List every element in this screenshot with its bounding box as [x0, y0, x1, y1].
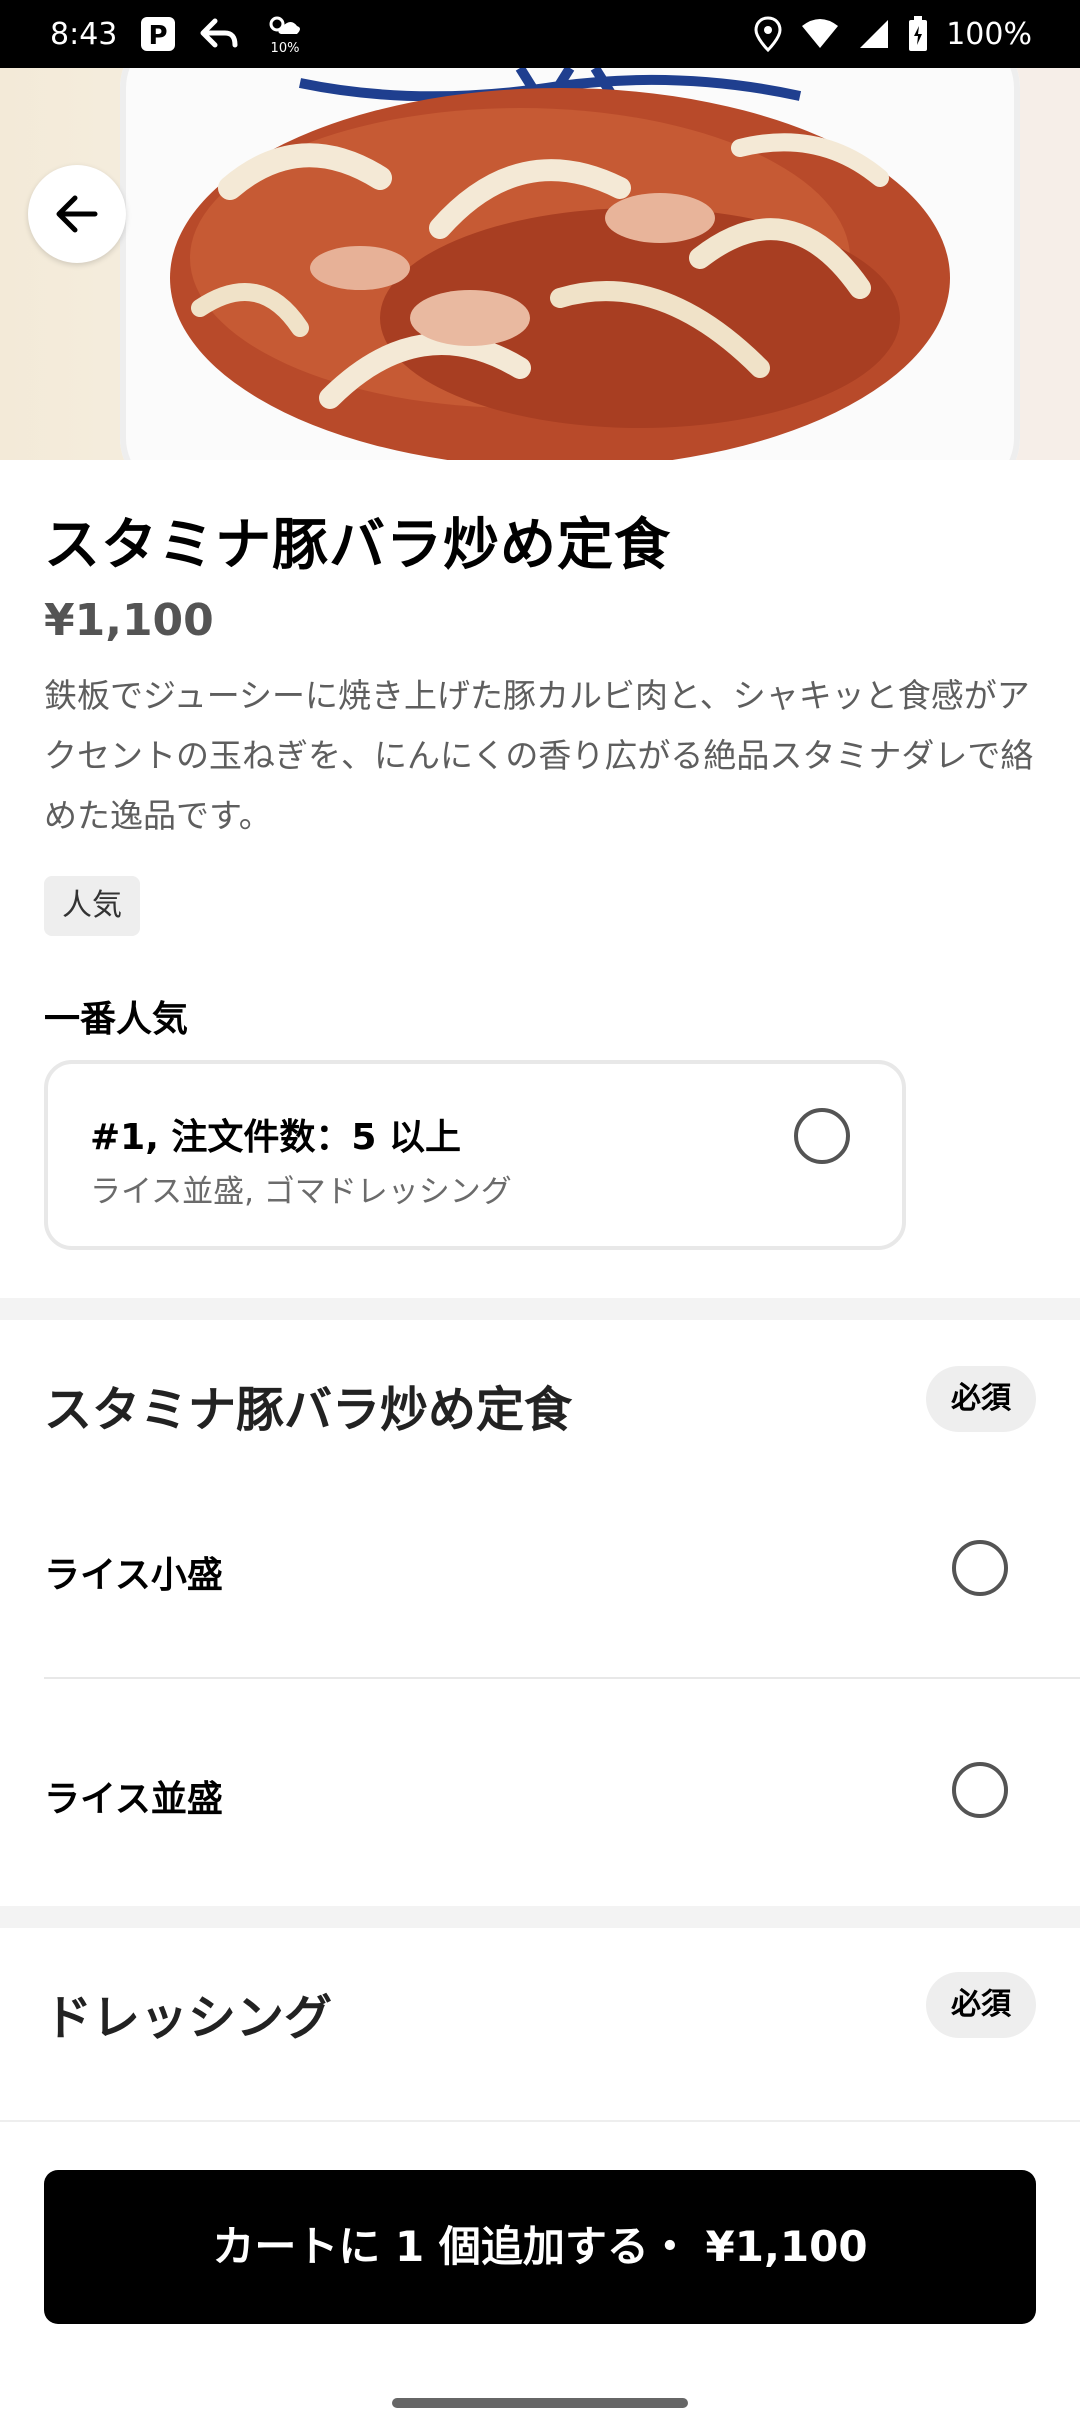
option-label: ライス小盛	[44, 1555, 223, 1596]
location-icon	[754, 16, 782, 52]
bottom-bar: カートに 1 個追加する・ ¥1,100	[0, 2120, 1080, 2432]
status-left: 8:43 P 10%	[50, 0, 305, 68]
weather-icon: 10%	[261, 12, 305, 56]
popular-heading: 一番人気	[44, 999, 189, 1040]
section-divider	[0, 1906, 1080, 1928]
popular-card-title: #1, 注文件数：5 以上	[90, 1117, 462, 1158]
battery-icon	[908, 16, 928, 52]
home-indicator[interactable]	[392, 2398, 688, 2408]
product-description: 鉄板でジューシーに焼き上げた豚カルビ肉と、シャキッと食感がアクセントの玉ねぎを、…	[44, 676, 1034, 835]
add-to-cart-button[interactable]: カートに 1 個追加する・ ¥1,100	[44, 2170, 1036, 2324]
product-image	[0, 68, 1080, 460]
back-arrow-icon	[56, 195, 98, 233]
reply-arrow-icon	[199, 17, 239, 51]
option-separator	[44, 1677, 1080, 1679]
section-title-set-meal: スタミナ豚バラ炒め定食	[44, 1382, 573, 1438]
back-button[interactable]	[28, 165, 126, 263]
status-time: 8:43	[50, 16, 118, 52]
product-price: ¥1,100	[44, 595, 214, 646]
option-radio[interactable]	[952, 1540, 1008, 1596]
option-label: ライス並盛	[44, 1779, 223, 1820]
product-title: スタミナ豚バラ炒め定食	[44, 513, 671, 578]
section-title-dressing: ドレッシング	[44, 1990, 333, 2046]
svg-text:10%: 10%	[271, 41, 300, 56]
popular-order-card[interactable]: #1, 注文件数：5 以上 ライス並盛, ゴマドレッシング	[44, 1060, 906, 1250]
status-bar: 8:43 P 10% 100%	[0, 0, 1080, 68]
battery-percent: 100%	[946, 16, 1032, 52]
food-illustration	[170, 68, 950, 460]
parking-app-icon: P	[139, 15, 177, 53]
section-divider	[0, 1298, 1080, 1320]
status-right: 100%	[754, 0, 1032, 68]
popular-tag: 人気	[44, 876, 140, 936]
required-badge: 必須	[926, 1972, 1036, 2038]
svg-text:P: P	[149, 21, 168, 51]
popular-card-subtitle: ライス並盛, ゴマドレッシング	[90, 1174, 512, 1210]
popular-card-radio[interactable]	[794, 1108, 850, 1164]
wifi-icon	[800, 18, 840, 50]
option-radio[interactable]	[952, 1762, 1008, 1818]
signal-icon	[858, 18, 890, 50]
required-badge: 必須	[926, 1366, 1036, 1432]
